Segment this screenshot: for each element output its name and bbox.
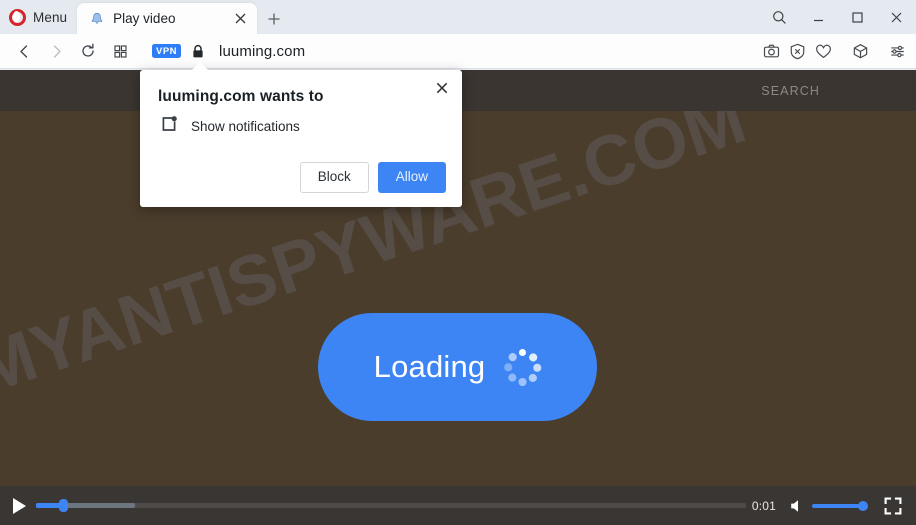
current-time: 0:01 xyxy=(751,498,776,513)
play-icon[interactable] xyxy=(0,486,36,525)
volume-slider[interactable] xyxy=(812,486,868,525)
permission-row: Show notifications xyxy=(158,115,446,138)
dialog-actions: Block Allow xyxy=(158,162,446,193)
cube-icon[interactable] xyxy=(847,34,873,69)
back-arrow-icon[interactable] xyxy=(8,35,40,67)
progress-thumb[interactable] xyxy=(59,499,69,512)
snapshot-camera-icon[interactable] xyxy=(758,34,784,69)
browser-window: Menu Play video VPN luuming.com MYANTISP… xyxy=(0,0,916,525)
vpn-badge[interactable]: VPN xyxy=(152,43,182,59)
menu-label: Menu xyxy=(33,9,68,25)
url-text[interactable]: luuming.com xyxy=(219,43,305,60)
forward-arrow-icon xyxy=(40,35,72,67)
opera-logo-icon xyxy=(9,8,26,26)
video-player-controls: 0:01 xyxy=(0,486,916,525)
address-bar: VPN luuming.com xyxy=(0,34,916,69)
window-controls xyxy=(760,0,916,34)
bell-icon xyxy=(89,11,105,27)
plus-icon xyxy=(268,13,280,24)
progress-bar[interactable] xyxy=(36,486,746,525)
progress-track xyxy=(36,503,746,508)
ad-blocker-shield-icon[interactable] xyxy=(784,34,810,69)
search-icon[interactable] xyxy=(760,0,799,34)
volume-thumb[interactable] xyxy=(858,501,868,511)
minimize-icon[interactable] xyxy=(799,0,838,34)
notification-popup-icon xyxy=(160,115,178,138)
toolbar-extensions xyxy=(758,34,910,69)
site-search-link[interactable]: SEARCH xyxy=(761,84,820,98)
tab-play-video[interactable]: Play video xyxy=(77,3,258,34)
block-button[interactable]: Block xyxy=(299,162,369,193)
heart-icon[interactable] xyxy=(810,34,836,69)
easy-setup-sliders-icon[interactable] xyxy=(884,34,910,69)
tab-title: Play video xyxy=(113,11,176,26)
close-icon[interactable] xyxy=(877,0,916,34)
speaker-icon[interactable] xyxy=(786,486,808,525)
dialog-pointer xyxy=(191,62,209,71)
volume-track xyxy=(812,504,864,508)
maximize-icon[interactable] xyxy=(838,0,877,34)
tab-bar: Menu Play video xyxy=(0,0,916,34)
notification-permission-dialog: luuming.com wants to Show notifications … xyxy=(140,62,462,207)
dot-spinner-icon xyxy=(503,348,541,386)
lock-icon[interactable] xyxy=(191,44,205,59)
loading-label: Loading xyxy=(373,349,486,384)
new-tab-button[interactable] xyxy=(257,3,291,34)
tab-close-icon[interactable] xyxy=(229,8,251,30)
permission-label: Show notifications xyxy=(191,119,300,134)
dialog-close-icon[interactable] xyxy=(431,77,453,99)
opera-menu-button[interactable]: Menu xyxy=(0,0,77,34)
tab-grid-icon[interactable] xyxy=(104,35,136,67)
reload-icon[interactable] xyxy=(72,35,104,67)
dialog-title: luuming.com wants to xyxy=(158,88,324,105)
loading-button[interactable]: Loading xyxy=(318,313,597,421)
allow-button[interactable]: Allow xyxy=(377,162,446,193)
fullscreen-icon[interactable] xyxy=(876,486,910,525)
